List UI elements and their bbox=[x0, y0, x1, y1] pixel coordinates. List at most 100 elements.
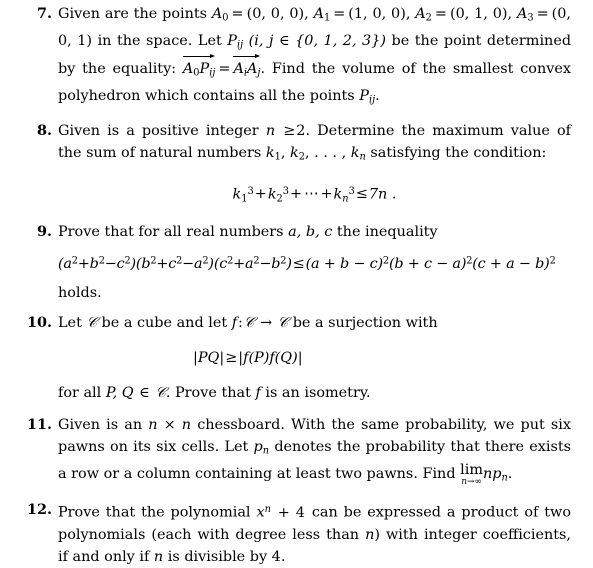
p8-dots: , . . . , bbox=[304, 144, 347, 161]
p7-point1-label: A bbox=[313, 6, 324, 22]
p10-arrow-icon: → bbox=[259, 314, 273, 331]
p7-tail: Find the volume of the smallest convex bbox=[271, 61, 571, 78]
problem-number-8: 8. bbox=[36, 121, 52, 139]
p9-display-relation: ≤ bbox=[292, 255, 305, 272]
p7-last-symbol: P bbox=[359, 88, 369, 105]
p7-last-symbol-index: ij bbox=[368, 94, 376, 106]
p7-point2-index: 2 bbox=[425, 12, 432, 24]
p7-point0-index: 0 bbox=[222, 12, 229, 24]
p9-line1b: the inequality bbox=[336, 224, 438, 241]
problem-body-8: Given is a positive integer n ≥2. Determ… bbox=[58, 120, 571, 210]
p11-limit-operator: lim n→∞ bbox=[460, 461, 483, 487]
p7-index-condition: (i, j ∈ {0, 1, 2, 3}) bbox=[248, 32, 386, 49]
p11-line3a: row or a column containing at least two … bbox=[71, 465, 456, 482]
p11-probability-sub: n bbox=[262, 445, 270, 457]
p9-rhs-factor-2: (b + c − a)2 bbox=[388, 255, 473, 272]
p9-line1a: Prove that for all real numbers bbox=[58, 224, 284, 241]
p7-vector-rhs: AiAj bbox=[233, 53, 261, 85]
p10-cube-symbol-3: 𝒞 bbox=[277, 314, 289, 331]
p7-point3-index: 3 bbox=[527, 12, 534, 24]
p12-polynomial-exponent: n bbox=[264, 504, 271, 516]
problem-10-line3: for all P, Q ∈ 𝒞. Prove that f is an iso… bbox=[58, 384, 371, 401]
problem-10-line1: Let 𝒞 be a cube and let f:𝒞 → 𝒞 be a sur… bbox=[58, 312, 438, 334]
p11-limit-subscript: n→∞ bbox=[461, 476, 482, 487]
p10-display-inequality: |PQ|≥|f(P)f(Q)| bbox=[58, 347, 438, 369]
p11-line2a: pawns on its six cells. Let bbox=[58, 438, 249, 455]
p7-point1-value: (1, 0, 0) bbox=[348, 6, 406, 22]
problem-number-12: 12. bbox=[26, 501, 52, 519]
p10-element-of-icon: ∈ bbox=[139, 384, 150, 401]
problem-item-9: 9. Prove that for all real numbers a, b,… bbox=[0, 221, 593, 304]
p8-line2a: sum of natural numbers bbox=[86, 144, 262, 161]
p10-line1b: be a cube and let bbox=[101, 314, 228, 331]
p8-k2: k bbox=[290, 144, 299, 161]
p7-after-points: in the space. Let bbox=[97, 32, 222, 49]
p12-line1b: can be expressed a product of two bbox=[311, 504, 572, 521]
p7-point0-label: A bbox=[211, 6, 223, 22]
p7-lead: Given are the points bbox=[58, 6, 208, 22]
p10-line1a: Let bbox=[58, 314, 82, 331]
p12-line3b: is divisible by 4. bbox=[167, 548, 286, 565]
p7-last-line: polyhedron which contains all the points bbox=[58, 88, 355, 105]
p11-board-dimensions: n × n bbox=[148, 416, 192, 433]
p8-display-equation: k13+k23+ ⋯ +kn3≤7n . bbox=[232, 185, 397, 205]
p11-line1a: Given is an bbox=[58, 416, 143, 433]
problem-body-11: Given is an n × n chessboard. With the s… bbox=[58, 414, 571, 489]
p8-display-rhs: 7n . bbox=[368, 186, 397, 203]
p10-points-pq: P, Q bbox=[105, 384, 134, 401]
p10-display-lhs: |PQ| bbox=[193, 349, 225, 366]
p12-line1a: Prove that the polynomial bbox=[58, 504, 251, 521]
p7-after-P: be the point determined bbox=[391, 32, 572, 49]
p8-k1-sub: 1 bbox=[274, 151, 281, 163]
p8-k1: k bbox=[265, 144, 275, 161]
problem-item-7: 7. Given are the points A0 = (0, 0, 0), A1… bbox=[0, 3, 593, 112]
problem-item-10: 10. Let 𝒞 be a cube and let f:𝒞 → 𝒞 be a… bbox=[0, 312, 593, 404]
p7-P-label: P bbox=[227, 32, 237, 49]
problem-9-paragraph: Prove that for all real numbers a, b, c … bbox=[58, 221, 556, 243]
p9-lhs-factor-1: (a2+b2−c2) bbox=[58, 255, 136, 272]
problem-body-7: Given are the points A0 = (0, 0, 0), A1 = (1… bbox=[58, 3, 571, 112]
p8-relation: ≥ bbox=[283, 122, 296, 139]
p10-cube-symbol-4: 𝒞 bbox=[155, 384, 166, 401]
p11-line1b: chessboard. With the same probability, w… bbox=[197, 416, 571, 433]
p9-rhs-factor-3: (c + a − b)2 bbox=[472, 255, 556, 272]
p8-line2b: satisfying the condition: bbox=[370, 144, 547, 161]
p12-polynomial-tail: + 4 bbox=[277, 504, 305, 521]
p8-display-relation: ≤ bbox=[355, 186, 368, 203]
p10-line3b: Prove that bbox=[175, 384, 251, 401]
p8-line1a: Given is a positive integer bbox=[58, 122, 259, 139]
problem-number-9: 9. bbox=[36, 223, 52, 241]
p11-limit-op-label: lim bbox=[460, 461, 483, 478]
problem-item-12: 12. Prove that the polynomial xn + 4 can… bbox=[0, 499, 593, 568]
problem-11-paragraph: Given is an n × n chessboard. With the s… bbox=[58, 414, 571, 489]
problem-7-paragraph: Given are the points A0 = (0, 0, 0), A1 = (1… bbox=[58, 6, 572, 106]
p11-probability-symbol: p bbox=[253, 438, 263, 455]
problem-12-paragraph: Prove that the polynomial xn + 4 can be … bbox=[58, 499, 571, 568]
p10-cube-symbol-1: 𝒞 bbox=[86, 314, 97, 331]
p10-line1c: be a surjection with bbox=[292, 314, 438, 331]
p10-display-rhs: |f(P)f(Q)| bbox=[238, 349, 303, 366]
p7-point3-label: A bbox=[516, 6, 528, 22]
problem-number-10: 10. bbox=[26, 313, 52, 331]
p12-divisor-variable: n bbox=[153, 548, 164, 565]
p7-point0-value: (0, 0, 0) bbox=[246, 6, 305, 22]
p8-kn-sub: n bbox=[359, 151, 366, 163]
p12-polynomial-base: x bbox=[256, 504, 265, 521]
p10-line3-f: f bbox=[255, 384, 261, 401]
p7-point2-label: A bbox=[415, 6, 426, 22]
problem-item-8: 8. Given is a positive integer n ≥2. Det… bbox=[0, 120, 593, 210]
problem-number-11: 11. bbox=[26, 415, 52, 433]
p10-line3a: for all bbox=[58, 384, 102, 401]
problem-body-10: Let 𝒞 be a cube and let f:𝒞 → 𝒞 be a sur… bbox=[58, 312, 438, 404]
p7-by-equality: by the equality: bbox=[58, 61, 177, 78]
p11-limit-expression: np bbox=[482, 465, 502, 482]
document-page: 7. Given are the points A0 = (0, 0, 0), A1… bbox=[0, 3, 593, 565]
problem-item-11: 11. Given is an n × n chessboard. With t… bbox=[0, 414, 593, 489]
p8-bound: 2 bbox=[296, 122, 306, 139]
p10-cube-symbol-2: 𝒞 bbox=[243, 314, 255, 331]
p10-display-relation: ≥ bbox=[225, 349, 238, 366]
p9-lhs-factor-3: (c2+a2−b2) bbox=[213, 255, 292, 272]
p11-period: . bbox=[507, 465, 513, 482]
problem-body-12: Prove that the polynomial xn + 4 can be … bbox=[58, 499, 571, 568]
p9-rhs-factor-1: (a + b − c)2 bbox=[305, 255, 390, 272]
